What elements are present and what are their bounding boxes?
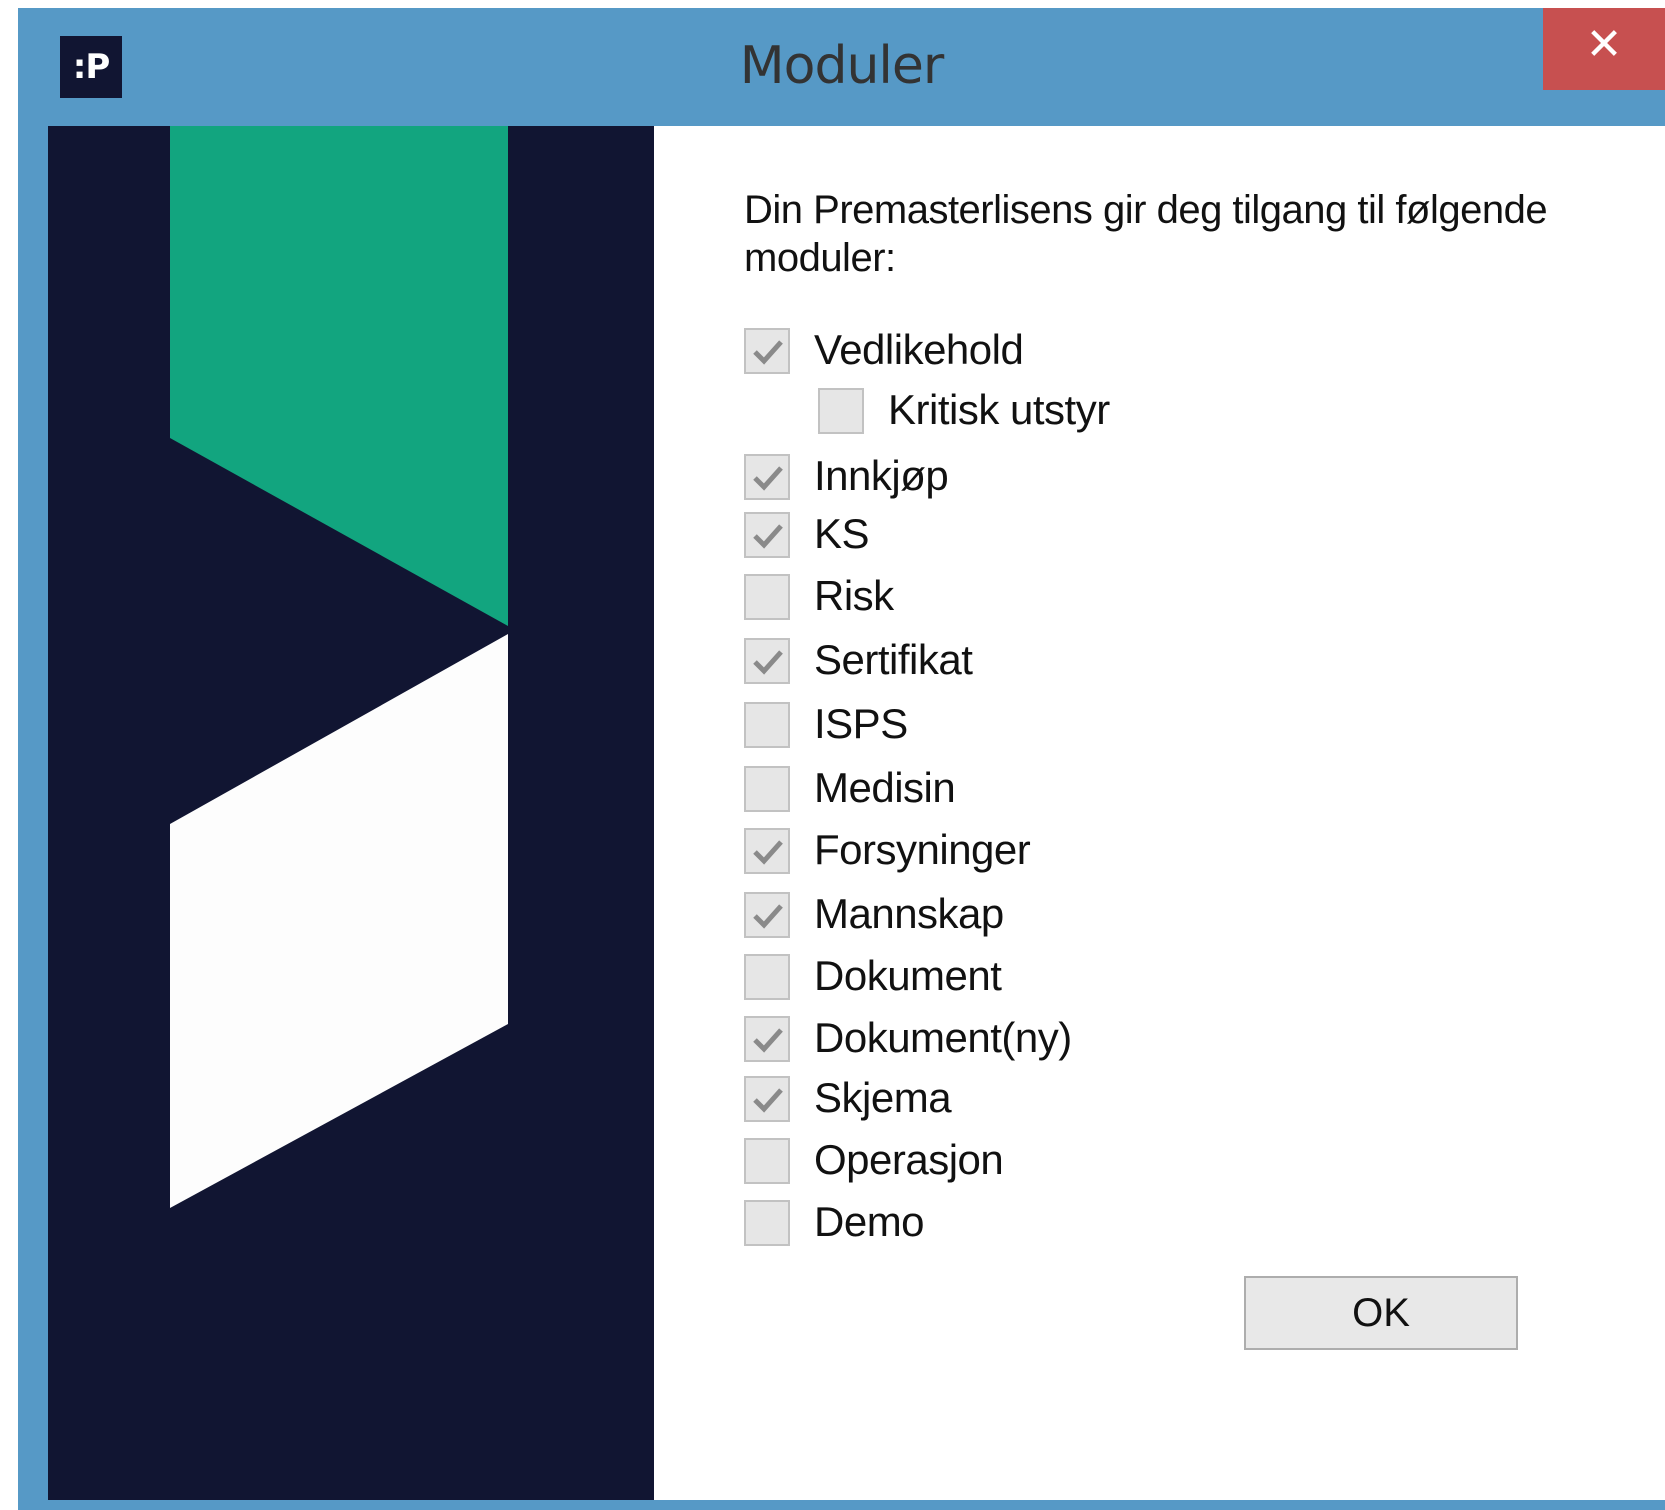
module-checkbox[interactable] bbox=[744, 574, 790, 620]
module-label: Kritisk utstyr bbox=[888, 386, 1110, 433]
title-bar[interactable]: :P Moduler ✕ bbox=[18, 8, 1665, 126]
module-checkbox[interactable] bbox=[744, 892, 790, 938]
checkmark-icon bbox=[753, 650, 783, 675]
close-button[interactable]: ✕ bbox=[1543, 8, 1665, 90]
window-title: Moduler bbox=[739, 36, 944, 96]
module-label: Skjema bbox=[814, 1074, 952, 1121]
checkmark-icon bbox=[753, 1088, 783, 1113]
module-checkbox[interactable] bbox=[744, 1076, 790, 1122]
module-label: ISPS bbox=[814, 700, 908, 747]
module-checkbox[interactable] bbox=[744, 328, 790, 374]
module-label: Sertifikat bbox=[814, 636, 973, 683]
dialog-client-area: Din Premasterlisens gir deg tilgang til … bbox=[48, 126, 1665, 1500]
modules-content: Din Premasterlisens gir deg tilgang til … bbox=[654, 126, 1665, 1500]
close-icon: ✕ bbox=[1585, 19, 1623, 70]
module-checkbox[interactable] bbox=[744, 1138, 790, 1184]
module-label: Medisin bbox=[814, 764, 956, 811]
module-label: Vedlikehold bbox=[814, 326, 1024, 373]
brand-graphic bbox=[170, 126, 508, 1208]
brand-white-shape bbox=[170, 634, 508, 1208]
module-checkbox[interactable] bbox=[818, 388, 864, 434]
module-checkbox[interactable] bbox=[744, 766, 790, 812]
module-label: Forsyninger bbox=[814, 826, 1031, 873]
module-checkbox[interactable] bbox=[744, 954, 790, 1000]
brand-green-shape bbox=[170, 126, 508, 626]
module-checkbox[interactable] bbox=[744, 1016, 790, 1062]
checkmark-icon bbox=[753, 524, 783, 549]
intro-text: Din Premasterlisens gir deg tilgang til … bbox=[744, 188, 1548, 280]
module-label: Mannskap bbox=[814, 890, 1004, 937]
module-checkbox[interactable] bbox=[744, 702, 790, 748]
checkmark-icon bbox=[753, 840, 783, 865]
module-label: Demo bbox=[814, 1198, 925, 1245]
checkmark-icon bbox=[753, 1028, 783, 1053]
module-label: Operasjon bbox=[814, 1136, 1004, 1183]
checkmark-icon bbox=[753, 340, 783, 365]
module-label: Innkjøp bbox=[814, 452, 949, 499]
checkmark-icon bbox=[753, 466, 783, 491]
module-checkbox[interactable] bbox=[744, 512, 790, 558]
module-checkbox[interactable] bbox=[744, 828, 790, 874]
module-checkbox[interactable] bbox=[744, 638, 790, 684]
module-checkbox[interactable] bbox=[744, 454, 790, 500]
module-checkbox[interactable] bbox=[744, 1200, 790, 1246]
module-label: KS bbox=[814, 510, 870, 557]
brand-banner bbox=[48, 126, 654, 1500]
modules-dialog: :P Moduler ✕ Din Premasterlisens gir deg… bbox=[18, 8, 1665, 1510]
checkmark-icon bbox=[753, 904, 783, 929]
ok-button[interactable]: OK bbox=[1244, 1276, 1518, 1350]
module-label: Risk bbox=[814, 572, 894, 619]
module-label: Dokument bbox=[814, 952, 1002, 999]
module-label: Dokument(ny) bbox=[814, 1014, 1072, 1061]
